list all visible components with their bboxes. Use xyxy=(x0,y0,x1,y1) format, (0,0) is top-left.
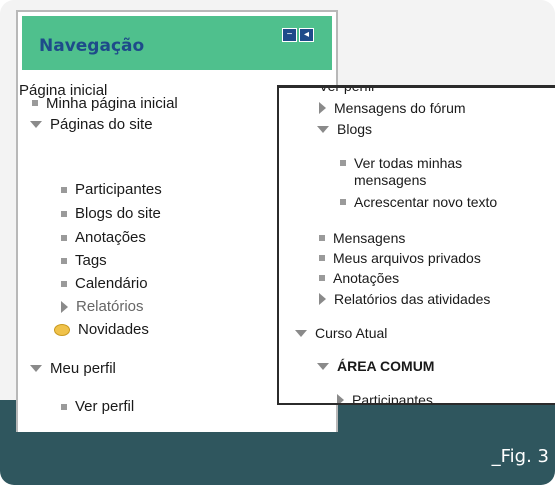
bullet-icon xyxy=(61,186,67,193)
popup-item-label: Mensagens xyxy=(333,230,406,246)
bullet-icon xyxy=(340,199,346,205)
nav-item-anotacoes[interactable]: Anotações xyxy=(61,229,146,246)
collapsed-arrow-icon xyxy=(337,394,344,403)
popup-item-ver-perfil[interactable]: Ver perfil xyxy=(319,85,375,94)
popup-item-label: Relatórios das atividades xyxy=(334,291,491,307)
popup-item-mensagens-cont[interactable]: mensagens xyxy=(354,172,426,188)
nav-item-label: Blogs do site xyxy=(75,205,161,222)
bullet-icon xyxy=(61,234,67,241)
popup-item-blogs[interactable]: Blogs xyxy=(317,121,372,137)
nav-item-label: Anotações xyxy=(75,229,146,246)
nav-item-paginas-do-site[interactable]: Páginas do site xyxy=(30,116,153,133)
popup-item-label: Curso Atual xyxy=(315,325,388,341)
nav-item-label: Páginas do site xyxy=(50,116,153,133)
figure-caption: _Fig. 3 xyxy=(491,446,549,467)
nav-item-calendario[interactable]: Calendário xyxy=(61,275,148,292)
navigation-zoom-panel: Ver perfil Mensagens do fórum Blogs Ver … xyxy=(277,85,555,405)
popup-item-mensagens-do-forum[interactable]: Mensagens do fórum xyxy=(319,100,466,116)
nav-item-label: Calendário xyxy=(75,275,148,292)
expanded-arrow-icon xyxy=(30,365,42,372)
popup-item-label: Blogs xyxy=(337,121,373,137)
navigation-header: Navegação − ◂ xyxy=(22,16,332,70)
bullet-icon xyxy=(319,255,325,261)
nav-item-minha-pagina-inicial[interactable]: Minha página inicial xyxy=(32,93,178,113)
popup-item-participantes[interactable]: Participantes xyxy=(337,392,433,405)
nav-item-label: Ver perfil xyxy=(75,398,135,415)
popup-item-label: Mensagens do fórum xyxy=(334,100,466,116)
popup-item-label: mensagens xyxy=(354,172,427,188)
popup-item-meus-arquivos-privados[interactable]: Meus arquivos privados xyxy=(319,250,481,266)
nav-item-meu-perfil[interactable]: Meu perfil xyxy=(30,360,116,377)
nav-item-label: Meu perfil xyxy=(50,360,116,377)
bullet-icon xyxy=(61,257,67,264)
collapsed-arrow-icon xyxy=(319,293,326,305)
dock-minus-icon[interactable]: − xyxy=(282,28,297,42)
expanded-arrow-icon xyxy=(295,329,307,337)
expanded-arrow-icon xyxy=(317,125,329,133)
nav-item-label: Relatórios xyxy=(76,298,144,315)
bullet-icon xyxy=(32,100,38,106)
nav-item-ver-perfil[interactable]: Ver perfil xyxy=(61,398,134,415)
dock-block-icon[interactable]: − ◂ xyxy=(282,28,314,42)
popup-item-curso-atual[interactable]: Curso Atual xyxy=(295,325,387,341)
popup-item-label: Participantes xyxy=(352,392,433,405)
popup-item-label: Ver perfil xyxy=(319,85,375,94)
popup-item-label: ÁREA COMUM xyxy=(337,358,435,374)
nav-item-relatorios[interactable]: Relatórios xyxy=(61,298,144,315)
nav-item-label: Tags xyxy=(75,252,107,269)
nav-item-blogs-do-site[interactable]: Blogs do site xyxy=(61,205,161,222)
bullet-icon xyxy=(319,275,325,281)
nav-item-participantes[interactable]: Participantes xyxy=(61,181,162,198)
popup-item-anotacoes[interactable]: Anotações xyxy=(319,270,399,286)
popup-item-label: Ver todas minhas xyxy=(354,155,463,171)
figure-card: _Fig. 3 Navegação − ◂ Página inicial Min… xyxy=(0,0,555,485)
dock-arrow-icon[interactable]: ◂ xyxy=(299,28,314,42)
navigation-title: Navegação xyxy=(39,36,145,56)
popup-item-area-comum[interactable]: ÁREA COMUM xyxy=(317,358,434,374)
bullet-icon xyxy=(61,280,67,287)
nav-item-label: Novidades xyxy=(78,321,149,338)
popup-item-acrescentar-novo-texto[interactable]: Acrescentar novo texto xyxy=(340,194,497,210)
popup-item-mensagens[interactable]: Mensagens xyxy=(319,230,405,246)
expanded-arrow-icon xyxy=(30,121,42,128)
popup-item-label: Anotações xyxy=(333,270,400,286)
nav-item-novidades[interactable]: Novidades xyxy=(54,321,149,338)
nav-item-label: Minha página inicial xyxy=(46,94,178,112)
collapsed-arrow-icon xyxy=(319,102,326,114)
nav-item-label: Participantes xyxy=(75,181,162,198)
popup-item-relatorios-das-atividades[interactable]: Relatórios das atividades xyxy=(319,291,490,307)
popup-item-label: Meus arquivos privados xyxy=(333,250,481,266)
bullet-icon xyxy=(319,235,325,241)
nav-item-tags[interactable]: Tags xyxy=(61,252,107,269)
popup-item-ver-todas-minhas[interactable]: Ver todas minhas xyxy=(340,155,462,171)
collapsed-arrow-icon xyxy=(61,300,68,313)
bullet-icon xyxy=(340,160,346,166)
popup-item-label: Acrescentar novo texto xyxy=(354,194,498,210)
forum-speech-icon xyxy=(54,323,70,336)
expanded-arrow-icon xyxy=(317,362,329,370)
bullet-icon xyxy=(61,403,67,410)
bullet-icon xyxy=(61,210,67,217)
